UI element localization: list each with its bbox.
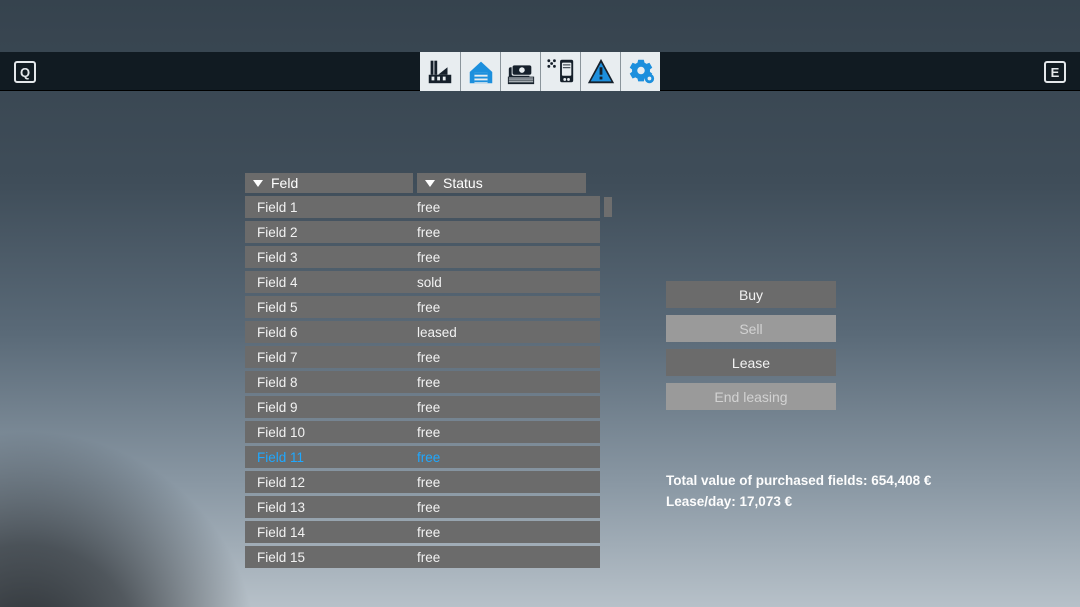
- lease-per-day-label: Lease/day: 17,073 €: [666, 492, 931, 513]
- field-status-cell: leased: [417, 325, 457, 340]
- info-panel: Total value of purchased fields: 654,408…: [666, 471, 931, 513]
- table-row[interactable]: Field 4sold: [245, 271, 600, 293]
- field-status-cell: free: [417, 350, 440, 365]
- nav-spray-icon[interactable]: [540, 52, 580, 91]
- nav-warning-icon[interactable]: [580, 52, 620, 91]
- table-row[interactable]: Field 14free: [245, 521, 600, 543]
- field-status-cell: free: [417, 300, 440, 315]
- table-row[interactable]: Field 5free: [245, 296, 600, 318]
- table-row[interactable]: Field 12free: [245, 471, 600, 493]
- column-header-status-label: Status: [443, 175, 483, 191]
- table-row[interactable]: Field 3free: [245, 246, 600, 268]
- field-status-cell: free: [417, 550, 440, 565]
- table-row[interactable]: Field 13free: [245, 496, 600, 518]
- field-status-cell: free: [417, 450, 440, 465]
- table-row[interactable]: Field 11free: [245, 446, 600, 468]
- field-name-cell: Field 9: [245, 400, 417, 415]
- field-status-cell: free: [417, 400, 440, 415]
- field-name-cell: Field 2: [245, 225, 417, 240]
- field-name-cell: Field 10: [245, 425, 417, 440]
- field-status-cell: free: [417, 250, 440, 265]
- nav-icon-strip: [420, 52, 660, 91]
- field-name-cell: Field 3: [245, 250, 417, 265]
- nav-gear-icon[interactable]: [620, 52, 660, 91]
- table-row[interactable]: Field 8free: [245, 371, 600, 393]
- action-panel: Buy Sell Lease End leasing: [666, 281, 836, 410]
- field-status-cell: free: [417, 475, 440, 490]
- scrollbar-track[interactable]: [604, 197, 612, 575]
- field-table: Feld Status Field 1freeField 2freeField …: [245, 173, 600, 568]
- nav-building-icon[interactable]: [460, 52, 500, 91]
- table-row[interactable]: Field 9free: [245, 396, 600, 418]
- total-value-label: Total value of purchased fields: 654,408…: [666, 471, 931, 492]
- field-name-cell: Field 15: [245, 550, 417, 565]
- field-name-cell: Field 7: [245, 350, 417, 365]
- table-row[interactable]: Field 15free: [245, 546, 600, 568]
- table-row[interactable]: Field 6leased: [245, 321, 600, 343]
- table-row[interactable]: Field 7free: [245, 346, 600, 368]
- field-name-cell: Field 12: [245, 475, 417, 490]
- sort-desc-icon: [425, 180, 435, 187]
- field-status-cell: free: [417, 225, 440, 240]
- field-name-cell: Field 8: [245, 375, 417, 390]
- field-name-cell: Field 6: [245, 325, 417, 340]
- field-name-cell: Field 14: [245, 525, 417, 540]
- lease-button[interactable]: Lease: [666, 349, 836, 376]
- nav-money-icon[interactable]: [500, 52, 540, 91]
- field-name-cell: Field 5: [245, 300, 417, 315]
- field-name-cell: Field 1: [245, 200, 417, 215]
- table-row[interactable]: Field 1free: [245, 196, 600, 218]
- field-status-cell: free: [417, 425, 440, 440]
- background-silhouette: [0, 429, 260, 607]
- field-status-cell: free: [417, 525, 440, 540]
- table-row[interactable]: Field 10free: [245, 421, 600, 443]
- field-status-cell: free: [417, 375, 440, 390]
- field-status-cell: free: [417, 200, 440, 215]
- top-bar: Q E: [0, 52, 1080, 91]
- field-status-cell: sold: [417, 275, 442, 290]
- column-header-feld-label: Feld: [271, 175, 298, 191]
- table-row[interactable]: Field 2free: [245, 221, 600, 243]
- field-status-cell: free: [417, 500, 440, 515]
- end-leasing-button: End leasing: [666, 383, 836, 410]
- field-name-cell: Field 13: [245, 500, 417, 515]
- field-name-cell: Field 11: [245, 450, 417, 465]
- prev-key-hint[interactable]: Q: [14, 61, 36, 83]
- nav-factory-icon[interactable]: [420, 52, 460, 91]
- column-header-status[interactable]: Status: [417, 173, 586, 193]
- buy-button[interactable]: Buy: [666, 281, 836, 308]
- scrollbar-thumb[interactable]: [604, 197, 612, 217]
- column-header-feld[interactable]: Feld: [245, 173, 413, 193]
- next-key-hint[interactable]: E: [1044, 61, 1066, 83]
- sell-button: Sell: [666, 315, 836, 342]
- field-name-cell: Field 4: [245, 275, 417, 290]
- sort-desc-icon: [253, 180, 263, 187]
